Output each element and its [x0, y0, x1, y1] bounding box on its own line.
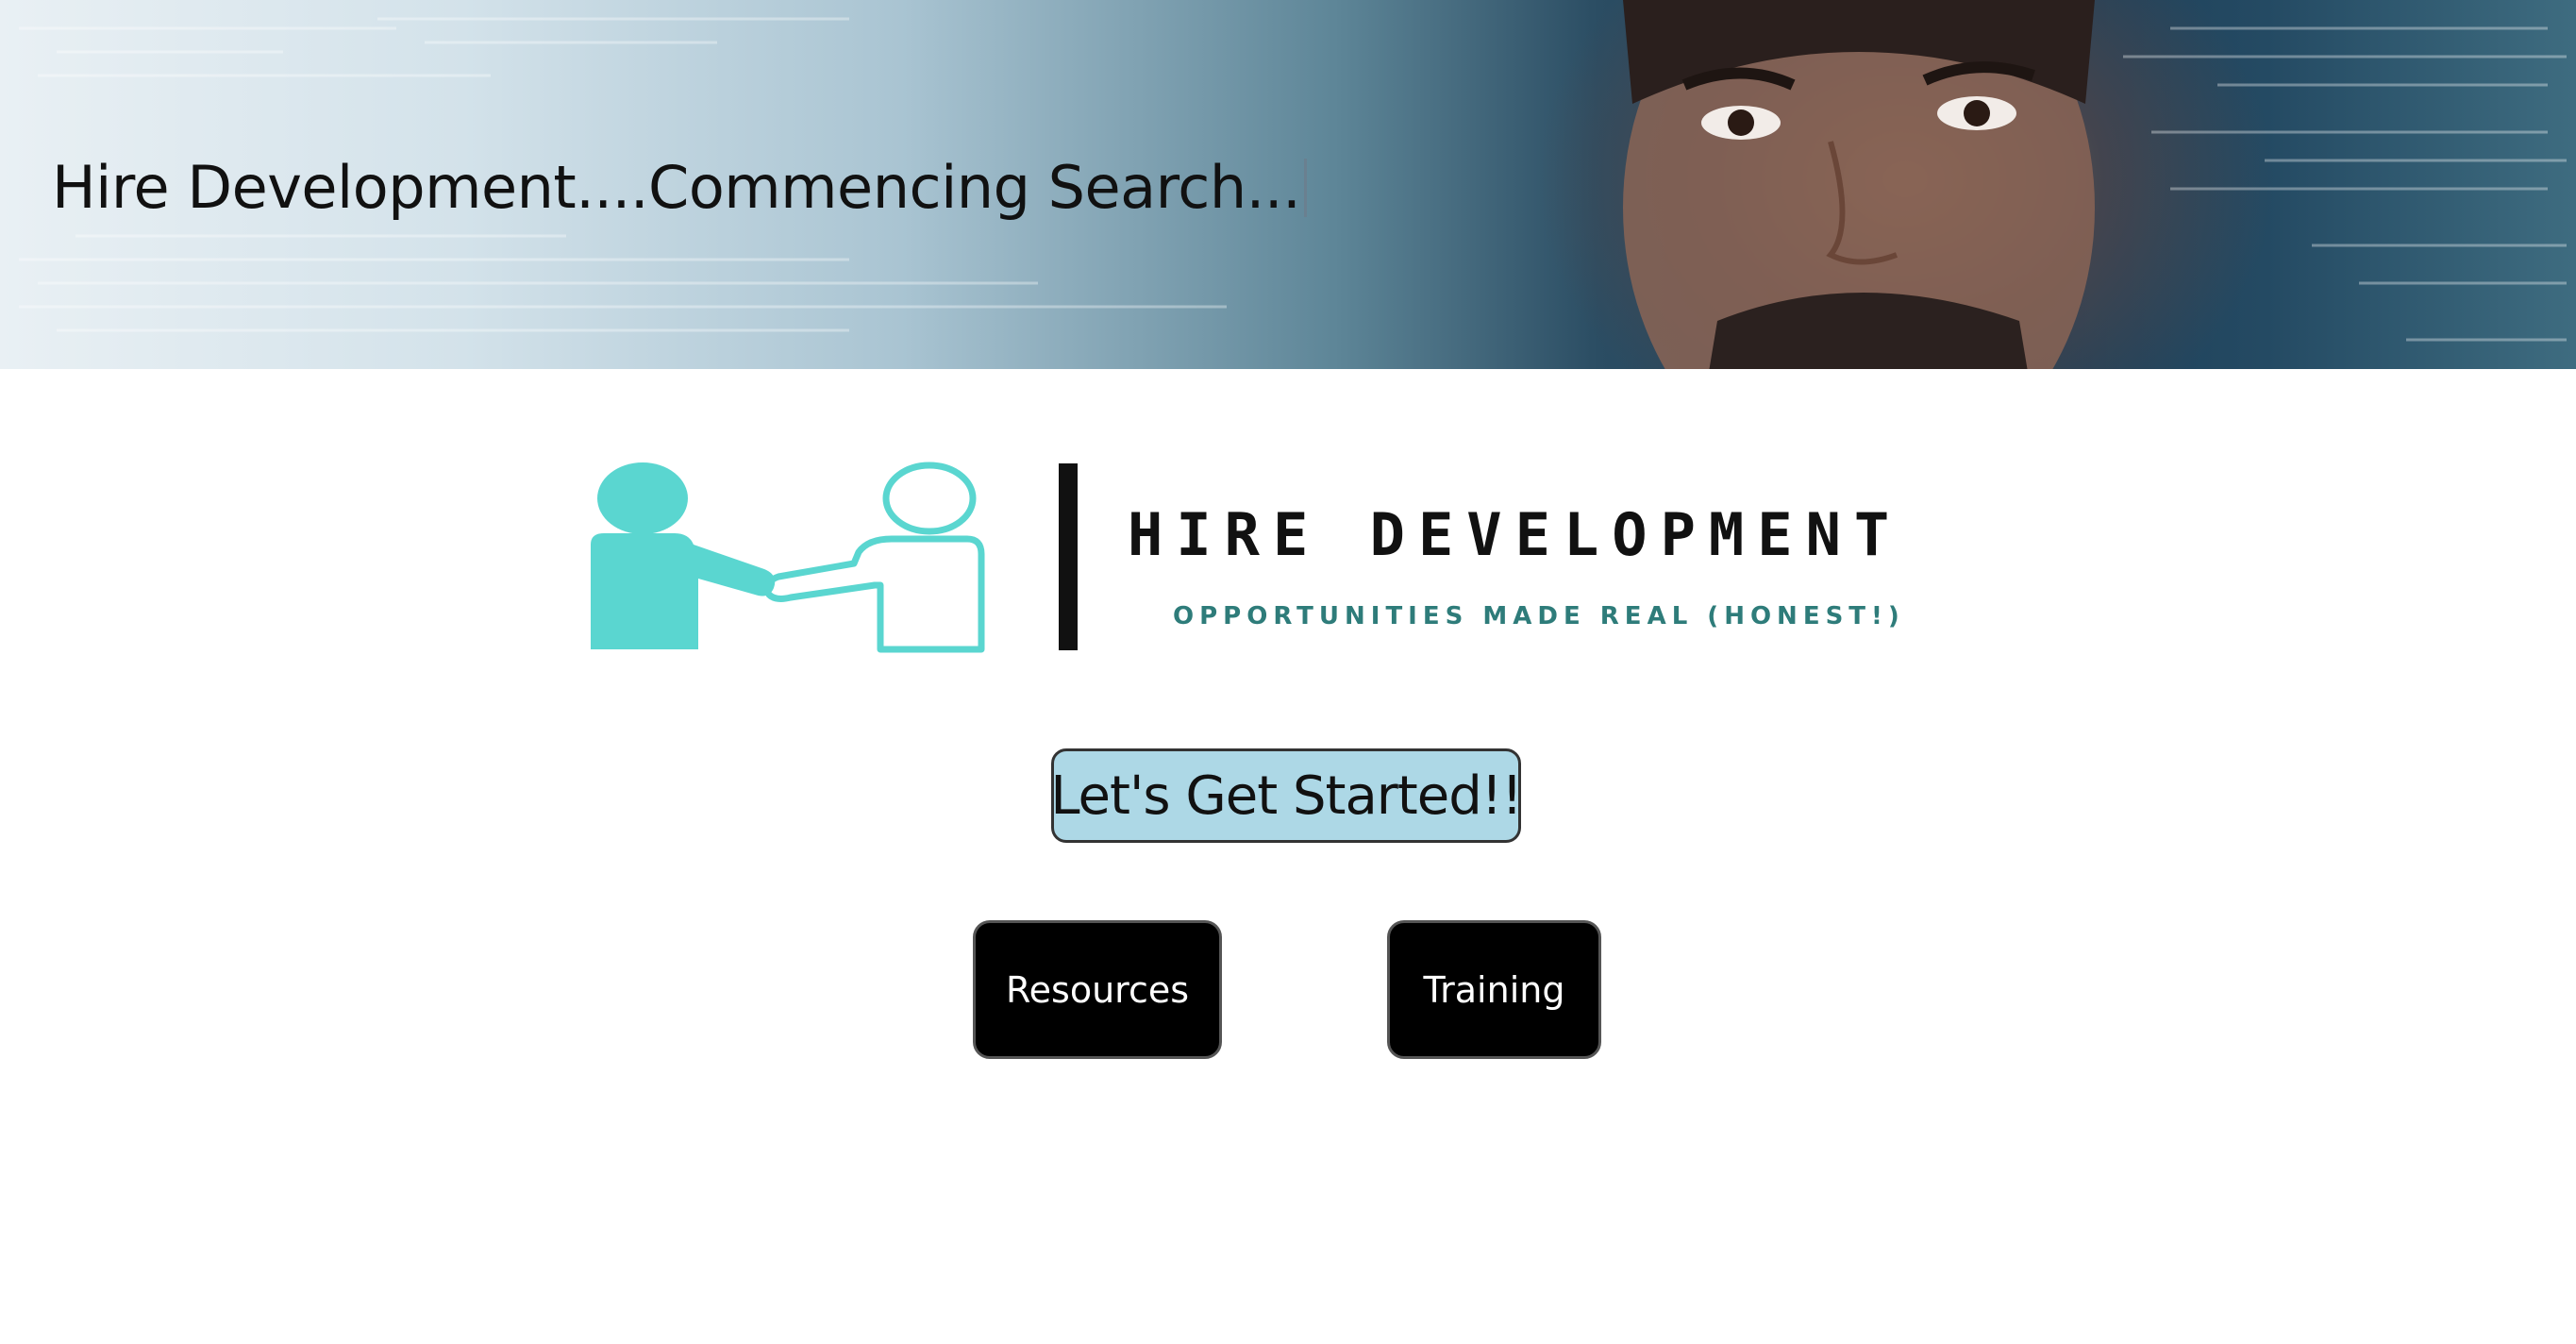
handshake-people-icon	[591, 462, 985, 653]
developer-portrait-image	[1623, 0, 2095, 369]
get-started-button[interactable]: Let's Get Started!!	[1050, 748, 1523, 843]
hero-title: Hire Development....Commencing Search...	[52, 153, 1308, 222]
hero-title-text: Hire Development....Commencing Search...	[52, 153, 1301, 222]
resources-button[interactable]: Resources	[973, 920, 1222, 1059]
logo-divider	[1059, 463, 1078, 650]
logo-wordmark: HIRE DEVELOPMENT	[1128, 500, 1903, 569]
typing-caret	[1304, 159, 1308, 217]
hero-banner: Hire Development....Commencing Search...	[0, 0, 2576, 369]
logo-tagline: OPPORTUNITIES MADE REAL (HONEST!)	[1173, 602, 1905, 630]
training-button[interactable]: Training	[1387, 920, 1601, 1059]
